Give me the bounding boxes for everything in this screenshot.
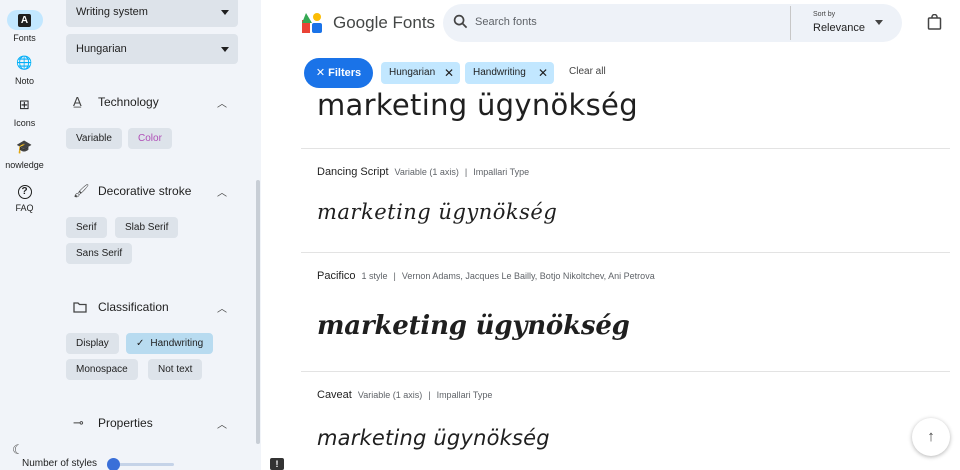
section-title: Classification — [98, 300, 169, 314]
technology-icon: A̲ — [73, 94, 82, 109]
chevron-up-icon: ︿ — [217, 304, 227, 315]
font-family-name: Pacifico — [317, 270, 356, 282]
scroll-to-top-button[interactable]: ↑ — [912, 418, 950, 456]
writing-system-select[interactable]: Writing system — [66, 0, 238, 27]
font-designer: Impallari Type — [436, 390, 493, 400]
font-styles: Variable (1 axis) — [357, 390, 423, 400]
font-card-dancing-script[interactable]: Dancing Script Variable (1 axis) | Impallar… — [317, 166, 529, 178]
font-sample-text[interactable]: marketing ügynökség — [317, 311, 630, 341]
chip-monospace[interactable]: Monospace — [66, 359, 138, 380]
section-properties[interactable]: ⊸ Properties ︿ — [73, 413, 233, 433]
shapes-icon: ⊞ — [19, 97, 30, 112]
chip-handwriting-label: Handwriting — [150, 338, 204, 349]
font-card-pacifico[interactable]: Pacifico 1 style | Vernon Adams, Jacques Le… — [317, 270, 655, 282]
rail-item-knowledge[interactable]: 🎓 nowledge — [0, 137, 49, 170]
report-issue-icon[interactable]: ! — [270, 458, 284, 470]
font-styles: 1 style — [361, 271, 388, 281]
language-select[interactable]: Hungarian — [66, 34, 238, 64]
sort-select[interactable]: Relevance — [813, 22, 865, 34]
font-designer: Impallari Type — [473, 167, 530, 177]
section-title: Properties — [98, 416, 153, 430]
help-icon: ? — [7, 180, 43, 200]
panel-scrollbar[interactable] — [256, 180, 260, 444]
remove-filter-icon[interactable]: ✕ — [538, 62, 548, 84]
brand-title[interactable]: Google Fonts — [333, 12, 435, 34]
styles-slider-track[interactable] — [112, 463, 174, 466]
meta-separator: | — [464, 167, 468, 177]
number-of-styles-label: Number of styles — [22, 458, 98, 469]
font-sample-text[interactable]: marketing ügynökség — [317, 200, 557, 224]
search-input[interactable] — [475, 12, 775, 32]
chevron-up-icon: ︿ — [217, 188, 227, 199]
rail-label-fonts: Fonts — [13, 33, 36, 43]
font-card-caveat[interactable]: Caveat Variable (1 axis) | Impallari Type — [317, 389, 492, 401]
rail-item-fonts[interactable]: A Fonts — [0, 10, 49, 43]
arrow-up-icon: ↑ — [927, 428, 935, 445]
globe-icon: 🌐 — [16, 55, 33, 70]
fonts-icon: A — [6, 10, 43, 30]
close-icon: ✕ — [315, 67, 329, 79]
caret-down-icon[interactable] — [875, 20, 883, 25]
rail-item-icons[interactable]: ⊞ Icons — [0, 95, 49, 128]
clear-all-button[interactable]: Clear all — [569, 66, 606, 77]
section-classification[interactable]: Classification ︿ — [73, 297, 233, 317]
rail-item-noto[interactable]: 🌐 Noto — [0, 53, 49, 86]
meta-separator: | — [428, 390, 431, 400]
brush-icon: 🖌 — [73, 183, 90, 198]
active-filter-label: Handwriting — [473, 67, 526, 78]
section-title: Decorative stroke — [98, 184, 192, 198]
filters-button[interactable]: ✕ Filters — [304, 58, 373, 88]
styles-slider-thumb[interactable] — [107, 458, 120, 470]
font-family-name: Caveat — [317, 389, 352, 401]
section-title: Technology — [98, 95, 159, 109]
section-technology[interactable]: A̲ Technology ︿ — [73, 92, 233, 112]
chevron-up-icon: ︿ — [217, 99, 227, 110]
result-divider — [301, 148, 950, 149]
active-filter-label: Hungarian — [389, 67, 436, 78]
filter-panel: Writing system Hungarian A̲ Technology ︿… — [49, 0, 261, 470]
caret-down-icon — [221, 10, 229, 15]
chip-variable[interactable]: Variable — [66, 128, 122, 149]
filters-button-label: Filters — [328, 67, 362, 79]
chip-handwriting[interactable]: ✓ Handwriting — [126, 333, 214, 354]
language-label: Hungarian — [76, 43, 127, 55]
active-filter-hungarian[interactable]: Hungarian ✕ — [381, 62, 460, 84]
sort-by-label: Sort by — [813, 11, 836, 18]
dark-mode-icon[interactable]: ☾ — [10, 442, 26, 458]
chevron-up-icon: ︿ — [217, 420, 227, 431]
rail-item-faq[interactable]: ? FAQ — [0, 180, 49, 213]
chip-slab-serif[interactable]: Slab Serif — [115, 217, 179, 238]
font-sample-text[interactable]: marketing ügynökség — [317, 88, 638, 122]
font-sample-text[interactable]: marketing ügynökség — [317, 426, 550, 450]
font-designer: Vernon Adams, Jacques Le Bailly, Botjo N… — [401, 271, 655, 281]
check-icon: ✓ — [136, 338, 145, 349]
rail-label-knowledge: nowledge — [5, 160, 44, 170]
font-styles: Variable (1 axis) — [394, 167, 459, 177]
rail-label-icons: Icons — [13, 118, 36, 128]
chip-sans-serif[interactable]: Sans Serif — [66, 243, 133, 264]
chip-not-text[interactable]: Not text — [148, 359, 203, 380]
result-divider — [301, 371, 950, 372]
graduation-cap-icon: 🎓 — [16, 139, 33, 154]
writing-system-label: Writing system — [76, 6, 148, 18]
rail-label-faq: FAQ — [15, 203, 34, 213]
result-divider — [301, 252, 950, 253]
caret-down-icon — [221, 47, 229, 52]
meta-separator: | — [393, 271, 396, 281]
shopping-bag-icon[interactable] — [927, 14, 942, 30]
active-filter-handwriting[interactable]: Handwriting ✕ — [465, 62, 554, 84]
folder-icon — [73, 297, 89, 317]
google-fonts-logo[interactable] — [302, 13, 322, 33]
chip-color[interactable]: Color — [128, 128, 172, 149]
section-decorative-stroke[interactable]: 🖌 Decorative stroke ︿ — [73, 181, 233, 201]
font-family-name: Dancing Script — [317, 166, 389, 178]
search-icon[interactable] — [453, 14, 468, 29]
nav-rail: A Fonts 🌐 Noto ⊞ Icons 🎓 nowledge ? FAQ … — [0, 0, 49, 470]
properties-icon: ⊸ — [73, 415, 84, 430]
chip-display[interactable]: Display — [66, 333, 119, 354]
remove-filter-icon[interactable]: ✕ — [444, 62, 454, 84]
rail-label-noto: Noto — [14, 76, 34, 86]
chip-serif[interactable]: Serif — [66, 217, 107, 238]
sort-divider — [790, 6, 791, 40]
